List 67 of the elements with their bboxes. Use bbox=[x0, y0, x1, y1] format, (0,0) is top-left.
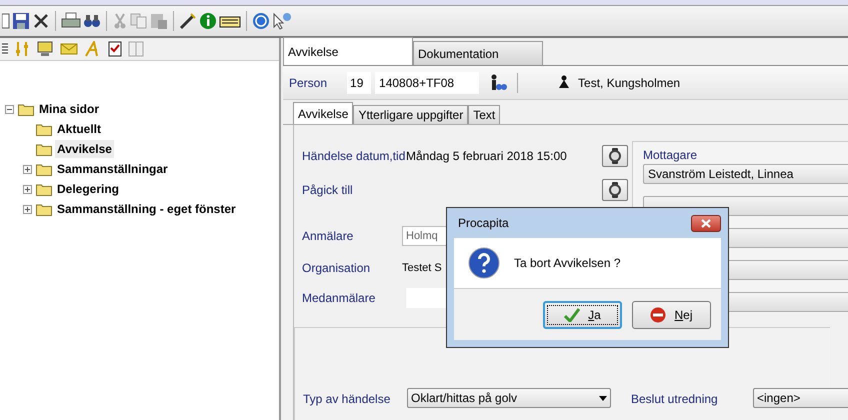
close-button[interactable] bbox=[691, 214, 721, 232]
folder-icon bbox=[36, 182, 52, 196]
expand-toggle[interactable] bbox=[22, 184, 32, 194]
watch-icon bbox=[608, 148, 622, 164]
save-icon[interactable] bbox=[12, 12, 30, 30]
expand-toggle[interactable] bbox=[22, 204, 32, 214]
field-value: Testet S bbox=[402, 260, 442, 276]
subtab[interactable]: Text bbox=[468, 105, 500, 124]
watch-icon bbox=[608, 182, 622, 198]
print-icon[interactable] bbox=[61, 12, 81, 30]
document-icon[interactable] bbox=[2, 13, 10, 29]
decision-select[interactable]: <ingen> bbox=[753, 388, 848, 408]
paste-icon[interactable] bbox=[150, 12, 168, 30]
time-picker-button[interactable] bbox=[602, 179, 628, 201]
monitor-icon[interactable] bbox=[36, 41, 54, 57]
person-label: Person bbox=[289, 74, 328, 92]
no-button[interactable]: Nej bbox=[632, 300, 711, 328]
tree-item[interactable]: Delegering bbox=[55, 180, 122, 198]
field-value: Måndag 5 februari 2018 15:00 bbox=[406, 148, 568, 165]
list-icon[interactable] bbox=[2, 42, 8, 56]
field-label: Typ av händelse bbox=[303, 391, 392, 408]
dialog-message: Ta bort Avvikelsen ? bbox=[514, 255, 621, 272]
pointer-help-icon[interactable] bbox=[272, 12, 292, 30]
folder-icon bbox=[36, 122, 52, 136]
subtab[interactable]: Ytterligare uppgifter bbox=[353, 105, 468, 124]
tree-item[interactable]: Sammanställning - eget fönster bbox=[55, 200, 238, 218]
folder-icon bbox=[36, 142, 52, 156]
tree-item[interactable]: Avvikelse bbox=[55, 140, 114, 158]
tab[interactable]: Dokumentation bbox=[413, 41, 543, 65]
folder-icon bbox=[18, 102, 34, 116]
envelope-icon[interactable] bbox=[60, 42, 78, 56]
field-label: Anmälare bbox=[302, 228, 354, 245]
person-icon bbox=[558, 74, 570, 90]
expand-toggle[interactable] bbox=[22, 164, 32, 174]
folder-icon bbox=[36, 162, 52, 176]
time-picker-button[interactable] bbox=[602, 145, 628, 167]
recipient-select[interactable]: Svanström Leistedt, Linnea bbox=[643, 164, 848, 184]
wand-icon[interactable] bbox=[179, 12, 197, 30]
close-icon[interactable] bbox=[32, 12, 50, 30]
field-label: Beslut utredning bbox=[631, 391, 719, 408]
tree-item[interactable]: Sammanställningar bbox=[55, 160, 170, 178]
dialog-title: Procapita bbox=[458, 215, 509, 232]
person-search-icon[interactable] bbox=[489, 74, 508, 92]
century-field[interactable]: 19 bbox=[347, 72, 372, 94]
tree-item[interactable]: Mina sidor bbox=[37, 100, 102, 118]
checklist-icon[interactable] bbox=[108, 41, 122, 57]
personal-number-field[interactable]: 140808+TF08 bbox=[375, 72, 480, 94]
binoculars-icon[interactable] bbox=[83, 13, 101, 29]
close-icon bbox=[701, 218, 711, 228]
stop-icon bbox=[650, 306, 666, 322]
yes-button[interactable]: Ja bbox=[543, 300, 622, 328]
collapse-toggle[interactable] bbox=[4, 104, 14, 114]
event-type-select[interactable]: Oklart/hittas på golv bbox=[407, 388, 611, 408]
checkmark-icon bbox=[564, 308, 580, 322]
subtab[interactable]: Avvikelse bbox=[293, 102, 354, 124]
question-icon bbox=[468, 247, 500, 279]
info-icon[interactable] bbox=[199, 12, 217, 30]
field-label: Medanmälare bbox=[302, 290, 376, 307]
sliders-icon[interactable] bbox=[14, 41, 30, 57]
field-label: Pågick till bbox=[302, 182, 354, 199]
field-label: Mottagare bbox=[643, 147, 698, 164]
dropdown-arrow-icon bbox=[599, 396, 607, 400]
field-label: Händelse datum,tid bbox=[302, 148, 406, 165]
tab[interactable]: Avvikelse bbox=[283, 37, 413, 65]
folder-icon bbox=[36, 202, 52, 216]
person-name: Test, Kungsholmen bbox=[578, 74, 680, 92]
tree-item[interactable]: Aktuellt bbox=[55, 120, 104, 138]
